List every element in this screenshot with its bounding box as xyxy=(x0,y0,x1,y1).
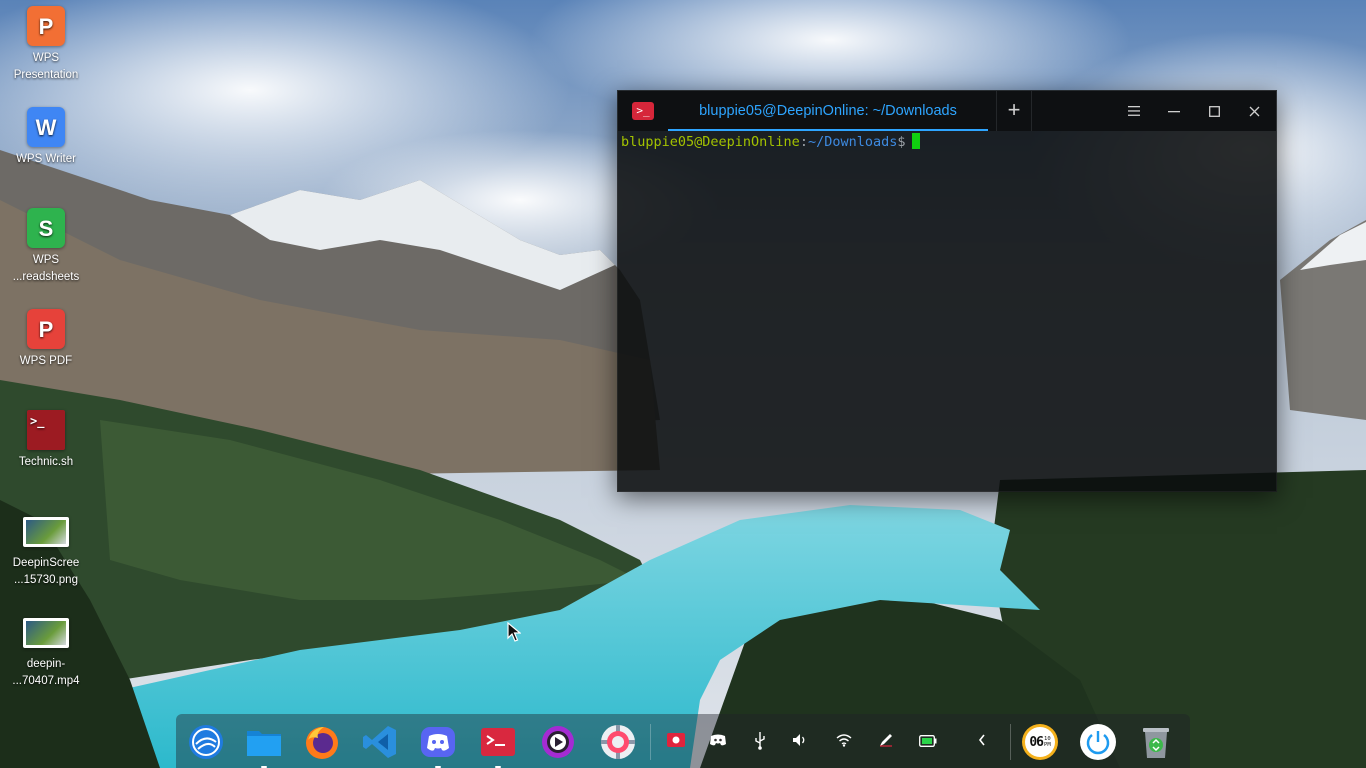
dock-separator xyxy=(1010,724,1011,760)
dock-app-terminal[interactable] xyxy=(478,722,518,768)
desktop-icon[interactable]: W WPS Writer xyxy=(0,107,92,168)
dock-clock[interactable]: 06 10 PM xyxy=(1020,722,1060,762)
desktop-icon[interactable]: P WPS PDF xyxy=(0,309,92,370)
clock-text: 06 10 PM xyxy=(1026,734,1054,750)
desktop-icon-label: WPS ...readsheets xyxy=(12,254,80,283)
close-button[interactable] xyxy=(1234,91,1274,131)
tray-wifi[interactable] xyxy=(834,732,854,752)
battery-icon xyxy=(919,735,937,747)
tab-terminal-session[interactable]: bluppie05@DeepinOnline: ~/Downloads xyxy=(668,91,988,131)
terminal-window[interactable]: >_ bluppie05@DeepinOnline: ~/Downloads +… xyxy=(617,90,1277,492)
deepin-launcher-icon xyxy=(189,725,223,759)
tray-battery[interactable] xyxy=(918,732,938,752)
dock-app-file-manager[interactable] xyxy=(244,722,284,768)
tray-screen-recorder[interactable] xyxy=(666,732,686,752)
desktop-icon[interactable]: deepin- ...70407.mp4 xyxy=(0,612,92,690)
dock-app-music[interactable] xyxy=(538,722,578,762)
terminal-titlebar[interactable]: >_ bluppie05@DeepinOnline: ~/Downloads + xyxy=(618,91,1276,131)
desktop-icon-label: DeepinScree ...15730.png xyxy=(12,557,80,586)
prompt-dollar: $ xyxy=(897,134,906,150)
desktop-icon-label: deepin- ...70407.mp4 xyxy=(12,658,80,687)
dock-trash[interactable] xyxy=(1136,722,1176,762)
discord-tray-icon xyxy=(710,734,726,746)
power-icon xyxy=(1080,724,1116,760)
minimize-button[interactable] xyxy=(1154,91,1194,131)
firefox-icon xyxy=(306,727,338,759)
new-tab-button[interactable]: + xyxy=(996,91,1032,131)
image-file-icon xyxy=(23,517,69,547)
maximize-button[interactable] xyxy=(1194,91,1234,131)
settings-gear-icon xyxy=(601,725,635,759)
hamburger-icon xyxy=(1128,106,1140,116)
tray-usb[interactable] xyxy=(750,732,770,752)
dock-power-button[interactable] xyxy=(1078,722,1118,762)
mouse-pointer-icon xyxy=(507,622,521,642)
prompt-user-host: bluppie05@DeepinOnline xyxy=(621,134,800,150)
folder-icon xyxy=(247,731,281,756)
close-icon xyxy=(1249,106,1259,116)
menu-button[interactable] xyxy=(1114,91,1154,131)
video-file-icon xyxy=(23,618,69,648)
clock-ampm: PM xyxy=(1044,742,1051,748)
prompt-path: ~/Downloads xyxy=(807,134,898,150)
desktop-icon-label: WPS PDF xyxy=(19,355,73,367)
desktop-icon-label: Technic.sh xyxy=(18,456,74,468)
clock-hour: 06 xyxy=(1029,734,1044,750)
trash-icon xyxy=(1143,728,1169,758)
wps-writer-icon: W xyxy=(27,107,65,147)
minimize-icon xyxy=(1168,111,1180,113)
chevron-left-icon xyxy=(978,734,985,746)
volume-icon xyxy=(793,734,805,746)
tray-pen[interactable] xyxy=(876,732,896,752)
dock-app-discord[interactable] xyxy=(418,722,458,768)
shell-script-icon: >_ xyxy=(27,410,65,450)
prompt-colon: : xyxy=(799,134,808,150)
prompt-line: bluppie05@DeepinOnline:~/Downloads$ xyxy=(621,133,920,150)
tray-volume[interactable] xyxy=(790,732,810,752)
desktop-icon[interactable]: DeepinScree ...15730.png xyxy=(0,511,92,589)
desktop-icon[interactable]: >_ Technic.sh xyxy=(0,410,92,471)
terminal-icon xyxy=(481,728,515,756)
dock: 06 10 PM xyxy=(176,714,1190,768)
dock-separator xyxy=(650,724,651,760)
screen-recorder-icon xyxy=(667,733,685,747)
dock-app-launcher[interactable] xyxy=(186,722,226,762)
discord-icon xyxy=(421,727,455,757)
dock-app-settings[interactable] xyxy=(598,722,638,762)
desktop-icon-label: WPS Writer xyxy=(16,153,76,165)
wps-spreadsheets-icon: S xyxy=(27,208,65,248)
clock-minute-ampm: 10 PM xyxy=(1044,736,1051,748)
tray-discord[interactable] xyxy=(708,732,728,752)
pen-icon xyxy=(880,734,892,747)
wifi-icon xyxy=(836,734,852,747)
desktop-icon[interactable]: P WPS Presentation xyxy=(0,6,92,84)
usb-icon xyxy=(755,732,765,750)
desktop-icon-label: WPS Presentation xyxy=(13,52,79,81)
vscode-icon xyxy=(363,726,396,758)
desktop-icon[interactable]: S WPS ...readsheets xyxy=(0,208,92,286)
terminal-output[interactable]: bluppie05@DeepinOnline:~/Downloads$ xyxy=(618,131,1276,491)
music-player-icon xyxy=(542,726,574,758)
text-cursor xyxy=(911,133,920,149)
wps-pdf-icon: P xyxy=(27,309,65,349)
tray-expand-button[interactable] xyxy=(972,732,992,752)
dock-app-firefox[interactable] xyxy=(302,722,342,762)
desktop: P WPS Presentation W WPS Writer S WPS ...read… xyxy=(0,0,1366,768)
wps-presentation-icon: P xyxy=(27,6,65,46)
dock-app-vscode[interactable] xyxy=(360,722,400,762)
terminal-app-icon: >_ xyxy=(632,102,654,120)
maximize-icon xyxy=(1208,105,1220,117)
